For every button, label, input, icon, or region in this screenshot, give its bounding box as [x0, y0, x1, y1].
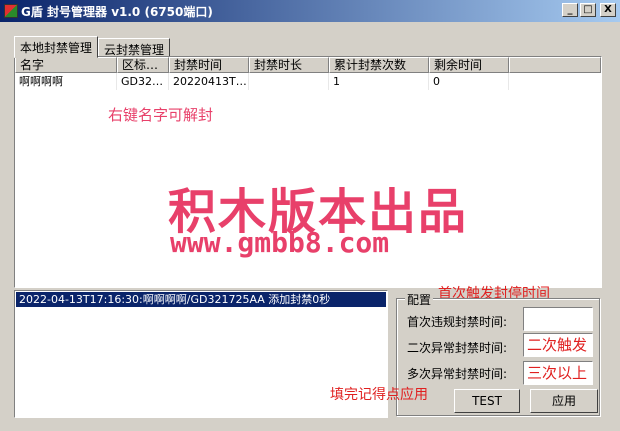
tab-local-ban[interactable]: 本地封禁管理 — [14, 36, 99, 58]
cell-ban-count: 1 — [329, 73, 429, 90]
second-ban-time-input[interactable]: 二次触发 — [523, 333, 593, 357]
tab-strip: 本地封禁管理 云封禁管理 — [14, 36, 171, 58]
window-controls: _ □ X — [562, 3, 616, 17]
maximize-button[interactable]: □ — [580, 3, 596, 17]
table-header: 名字 区标… 封禁时间 封禁时长 累计封禁次数 剩余时间 — [15, 57, 601, 73]
column-header-zone[interactable]: 区标… — [117, 57, 169, 73]
column-header-remaining[interactable]: 剩余时间 — [429, 57, 509, 73]
log-line[interactable]: 2022-04-13T17:16:30:啊啊啊啊/GD321725AA 添加封禁… — [16, 292, 386, 307]
multi-ban-time-input[interactable]: 三次以上 — [523, 361, 593, 385]
multi-ban-time-label: 多次异常封禁时间: — [407, 367, 508, 381]
hint-remember-apply: 填完记得点应用 — [330, 387, 428, 403]
hint-right-click-unban: 右键名字可解封 — [108, 106, 214, 124]
config-title: 配置 — [405, 291, 434, 308]
table-row[interactable]: 啊啊啊啊 GD32… 20220413T… 1 0 — [15, 73, 601, 90]
cell-zone: GD32… — [117, 73, 169, 90]
cell-ban-time: 20220413T… — [169, 73, 249, 90]
tab-cloud-ban[interactable]: 云封禁管理 — [98, 38, 171, 58]
column-header-filler — [509, 57, 601, 73]
close-button[interactable]: X — [600, 3, 616, 17]
title-bar[interactable]: G盾 封号管理器 v1.0 (6750端口) _ □ X — [0, 0, 620, 22]
column-header-ban-time[interactable]: 封禁时间 — [169, 57, 249, 73]
second-ban-time-label: 二次异常封禁时间: — [407, 341, 508, 355]
column-header-name[interactable]: 名字 — [15, 57, 117, 73]
column-header-ban-count[interactable]: 累计封禁次数 — [329, 57, 429, 73]
app-icon — [4, 4, 18, 18]
apply-button[interactable]: 应用 — [530, 389, 598, 413]
cell-ban-duration — [249, 73, 329, 90]
minimize-button[interactable]: _ — [562, 3, 578, 17]
column-header-ban-duration[interactable]: 封禁时长 — [249, 57, 329, 73]
test-button[interactable]: TEST — [454, 389, 520, 413]
first-ban-time-input[interactable] — [523, 307, 593, 331]
cell-remaining: 0 — [429, 73, 509, 90]
watermark-url: www.gmbb8.com — [170, 226, 390, 259]
window-title: G盾 封号管理器 v1.0 (6750端口) — [21, 4, 213, 19]
first-ban-time-label: 首次违规封禁时间: — [407, 315, 508, 329]
cell-name: 啊啊啊啊 — [15, 73, 117, 90]
